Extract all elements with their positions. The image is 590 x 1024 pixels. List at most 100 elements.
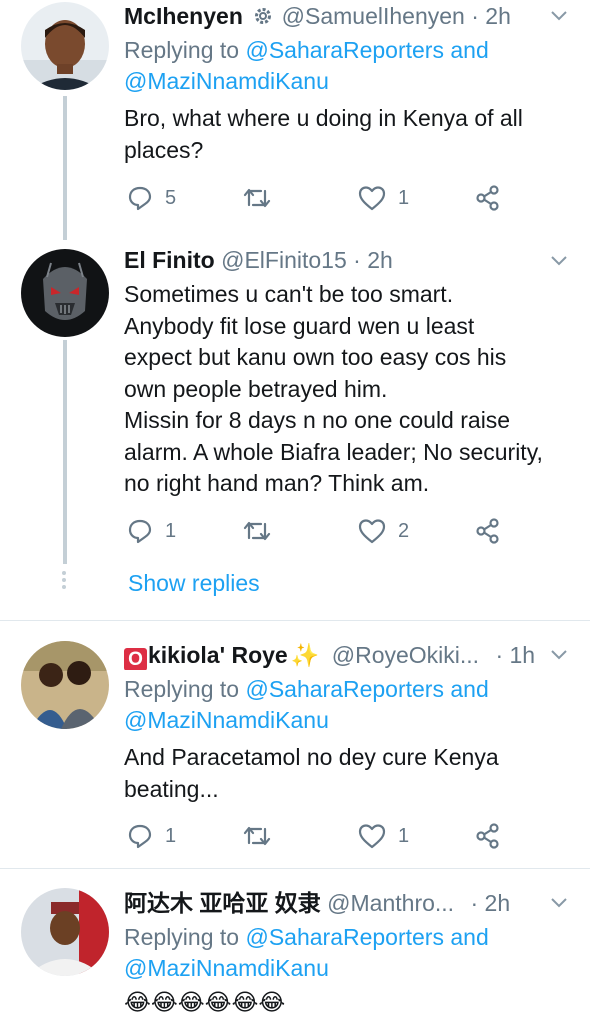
heart-icon — [358, 186, 386, 211]
handle[interactable]: @ElFinito15 — [221, 247, 347, 273]
tweet-header: El Finito @ElFinito15 · 2h — [124, 245, 554, 275]
timestamp[interactable]: 2h — [367, 247, 393, 273]
more-replies-dots — [61, 571, 67, 592]
reply-icon — [128, 186, 152, 211]
display-name[interactable]: 阿达木 亚哈亚 奴隶 — [124, 890, 321, 916]
reply-icon — [128, 824, 152, 849]
share-button[interactable] — [474, 516, 502, 546]
chevron-down-icon[interactable] — [550, 648, 568, 662]
tweet-actions: 5 1 — [124, 183, 544, 213]
timestamp[interactable]: 1h — [510, 642, 536, 668]
tweet-text: Bro, what where u doing in Kenya of all … — [124, 103, 570, 166]
tweet-text-line: expect but kanu own too easy cos his — [124, 344, 507, 370]
reply-mentions-line2[interactable]: @MaziNnamdiKanu — [124, 705, 489, 736]
display-name[interactable]: kikiola' Roye — [148, 642, 288, 668]
like-count: 1 — [398, 186, 410, 209]
avatar[interactable] — [21, 641, 109, 729]
replying-to-label: Replying to — [124, 676, 240, 702]
replying-to-label: Replying to — [124, 37, 240, 63]
share-icon — [476, 518, 499, 544]
tweet-text-line: places? — [124, 136, 204, 163]
share-button[interactable] — [474, 183, 502, 213]
replying-to: Replying to @SaharaReporters and @MaziNn… — [124, 922, 489, 984]
tweet-text-line: Sometimes u can't be too smart. — [124, 281, 454, 307]
sparkles-emoji: ✨ — [290, 642, 320, 668]
like-button[interactable]: 2 — [358, 516, 409, 546]
reply-button[interactable]: 5 — [127, 183, 176, 213]
retweet-icon — [243, 521, 271, 541]
tweet-text-line: Bro, what where u doing in Kenya of all — [124, 105, 523, 131]
tweet-4[interactable]: 阿达木 亚哈亚 奴隶 @Manthro... · 2h Replying to … — [0, 869, 590, 1024]
tweet-text: Sometimes u can't be too smart. Anybody … — [124, 279, 570, 500]
tweet-text-line: 😂😂😂😂😂😂 — [124, 989, 286, 1015]
timestamp[interactable]: 2h — [485, 890, 511, 916]
tweet-text-line: no right hand man? Think am. — [124, 470, 430, 496]
retweet-button[interactable] — [242, 183, 272, 213]
handle[interactable]: @SamuelIhenyen — [282, 3, 465, 29]
chevron-down-icon[interactable] — [550, 9, 568, 23]
avatar[interactable] — [21, 2, 109, 90]
separator-dot: · — [470, 890, 479, 916]
timestamp[interactable]: 2h — [485, 3, 511, 29]
name-badge: O — [124, 648, 147, 670]
reply-icon — [128, 519, 152, 544]
share-icon — [476, 185, 499, 211]
heart-icon — [358, 519, 386, 544]
tweet-text-line: beating... — [124, 775, 219, 802]
handle[interactable]: @RoyeOkiki... — [332, 642, 479, 668]
tweet-text-line: alarm. A whole Biafra leader; No securit… — [124, 438, 543, 465]
reply-count: 5 — [165, 186, 177, 209]
reply-mentions-line1[interactable]: @SaharaReporters and — [245, 37, 488, 63]
avatar[interactable] — [21, 888, 109, 976]
like-count: 2 — [398, 519, 410, 542]
reply-mentions-line1[interactable]: @SaharaReporters and — [245, 676, 488, 702]
tweet-actions: 1 2 — [124, 516, 544, 546]
retweet-icon — [243, 188, 271, 208]
chevron-down-icon[interactable] — [550, 896, 568, 910]
reply-button[interactable]: 1 — [127, 821, 176, 851]
reply-button[interactable]: 1 — [127, 516, 176, 546]
retweet-icon — [243, 826, 271, 846]
handle[interactable]: @Manthro... — [327, 890, 454, 916]
like-count: 1 — [398, 824, 410, 847]
thread-line — [63, 340, 67, 564]
share-icon — [476, 823, 499, 849]
replying-to-label: Replying to — [124, 924, 240, 950]
like-button[interactable]: 1 — [358, 821, 409, 851]
gear-icon — [255, 8, 272, 24]
chevron-down-icon[interactable] — [550, 254, 568, 268]
avatar[interactable] — [21, 249, 109, 337]
display-name[interactable]: McIhenyen — [124, 3, 243, 29]
retweet-button[interactable] — [242, 516, 272, 546]
tweet-header: 阿达木 亚哈亚 奴隶 @Manthro... · 2h — [124, 888, 554, 918]
reply-mentions-line1[interactable]: @SaharaReporters and — [245, 924, 488, 950]
separator-dot: · — [495, 642, 504, 668]
separator-dot: · — [353, 247, 361, 273]
replying-to: Replying to @SaharaReporters and @MaziNn… — [124, 674, 489, 736]
tweet-header: McIhenyen @SamuelIhenyen · 2h — [124, 1, 554, 31]
share-button[interactable] — [474, 821, 502, 851]
display-name[interactable]: El Finito — [124, 247, 215, 273]
tweet-text: 😂😂😂😂😂😂 — [124, 987, 570, 1019]
tweet-3[interactable]: Okikiola' Roye ✨ @RoyeOkiki... · 1h Reply… — [0, 621, 590, 868]
show-replies-link[interactable]: Show replies — [128, 570, 260, 597]
tweet-1[interactable]: McIhenyen @SamuelIhenyen · 2h Replying t… — [0, 0, 590, 240]
thread-line — [63, 96, 67, 240]
tweet-text-line: Missin for 8 days n no one could raise — [124, 407, 511, 433]
reply-count: 1 — [165, 519, 177, 542]
tweet-actions: 1 1 — [124, 821, 544, 851]
replying-to: Replying to @SaharaReporters and @MaziNn… — [124, 35, 489, 97]
tweet-text: And Paracetamol no dey cure Kenya beatin… — [124, 742, 570, 805]
retweet-button[interactable] — [242, 821, 272, 851]
reply-mentions-line2[interactable]: @MaziNnamdiKanu — [124, 66, 489, 97]
tweet-2[interactable]: El Finito @ElFinito15 · 2h Sometimes u c… — [0, 240, 590, 618]
separator-dot: · — [471, 3, 479, 29]
reply-mentions-line2[interactable]: @MaziNnamdiKanu — [124, 953, 489, 984]
reply-count: 1 — [165, 824, 177, 847]
tweet-text-line: And Paracetamol no dey cure Kenya — [124, 744, 499, 770]
tweet-header: Okikiola' Roye ✨ @RoyeOkiki... · 1h — [124, 640, 554, 670]
heart-icon — [358, 824, 386, 849]
tweet-text-line: Anybody fit lose guard wen u least — [124, 312, 475, 339]
like-button[interactable]: 1 — [358, 183, 409, 213]
tweet-text-line: own people betrayed him. — [124, 375, 388, 402]
